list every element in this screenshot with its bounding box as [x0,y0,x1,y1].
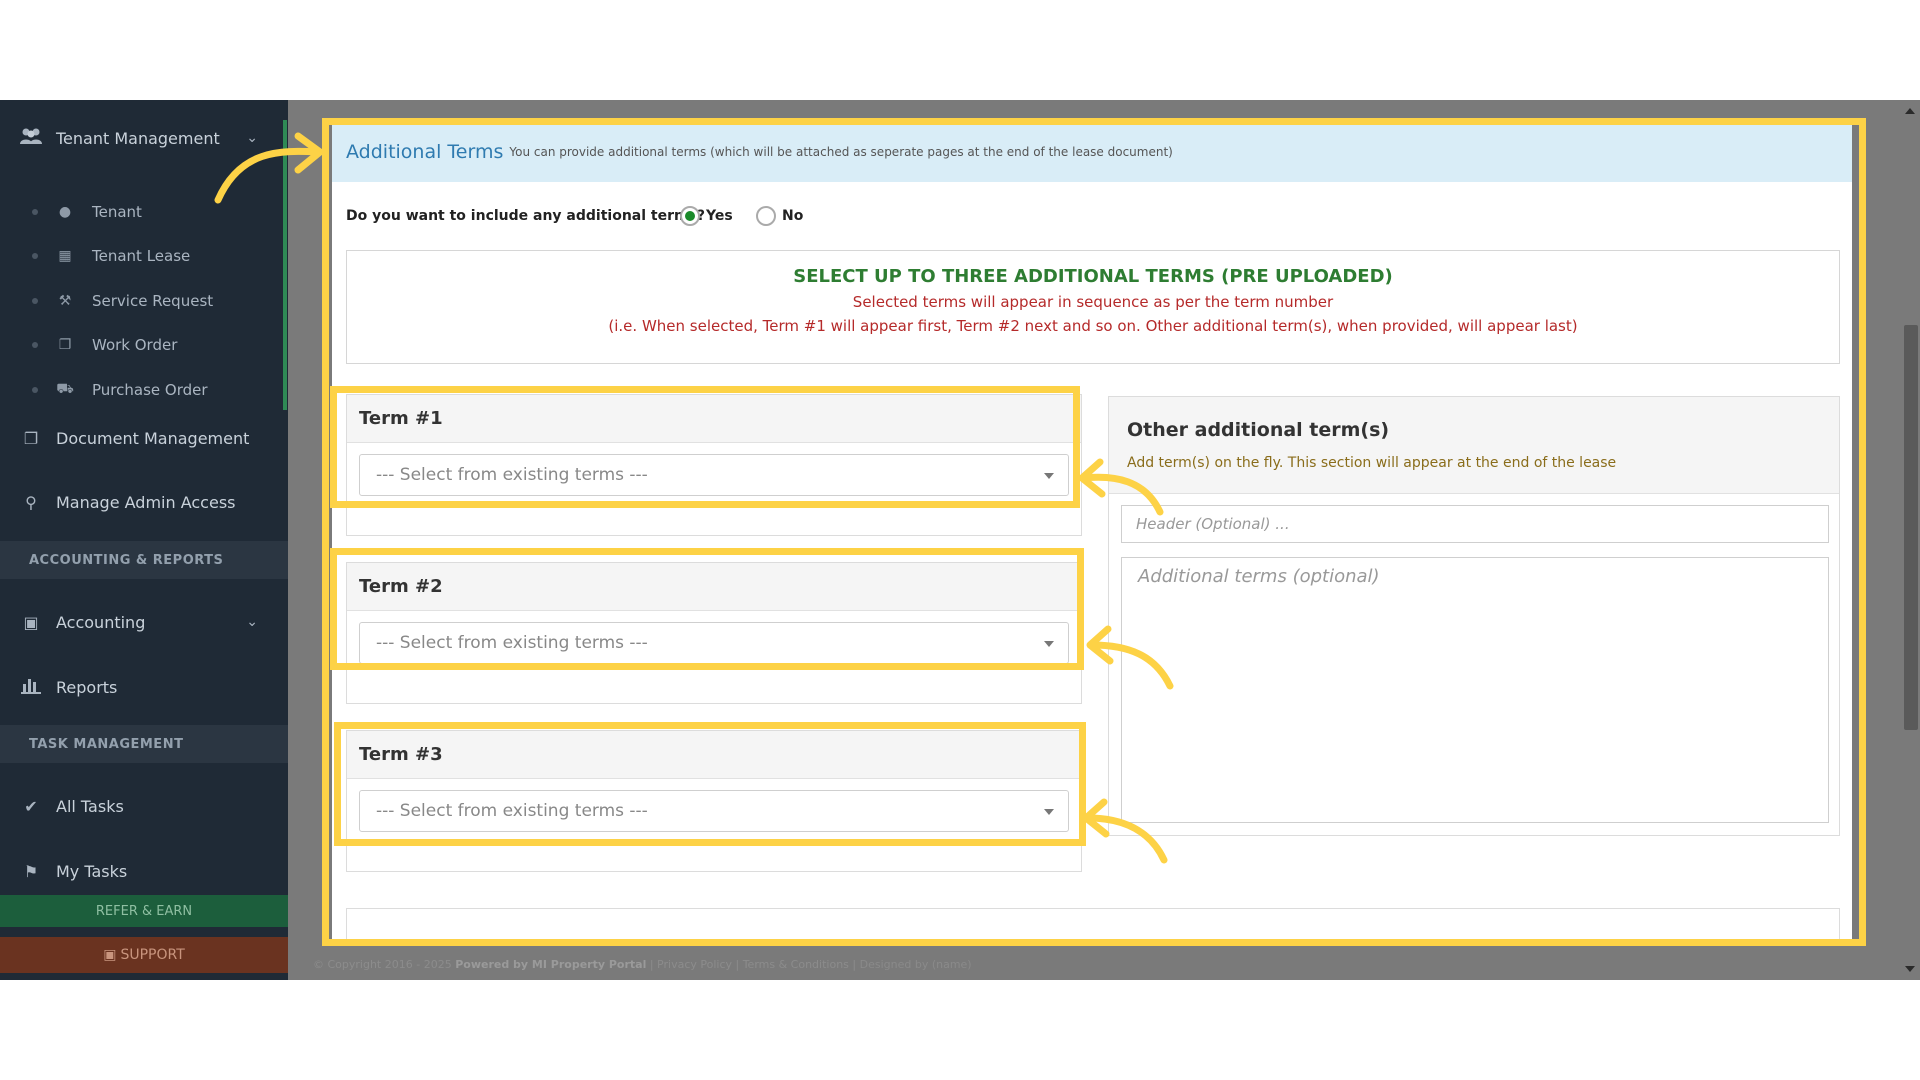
sidebar-section-task-management: TASK MANAGEMENT [0,725,288,763]
footer-copyright: © Copyright 2016 - 2025 [313,958,452,971]
term-1-select-value: --- Select from existing terms --- [376,465,648,485]
preuploaded-terms-info: SELECT UP TO THREE ADDITIONAL TERMS (PRE… [346,250,1840,364]
sidebar-item-label: Manage Admin Access [56,492,236,512]
sidebar-subitem-tenant-lease[interactable]: ▦ Tenant Lease [0,240,288,272]
info-heading: SELECT UP TO THREE ADDITIONAL TERMS (PRE… [793,266,1393,287]
radio-no-circle[interactable] [756,206,776,226]
chevron-down-icon: ⌄ [246,130,258,146]
bullet-dot [32,209,38,215]
refer-earn-button[interactable]: REFER & EARN [0,895,288,927]
sidebar-subitem-label: Work Order [92,336,178,354]
term-3-label: Term #3 [347,731,1081,779]
footer-links[interactable]: | Privacy Policy | Terms & Conditions | [650,958,856,971]
scrollbar-thumb[interactable] [1904,325,1918,730]
app-window: Tenant Management ⌄ ● Tenant ▦ Tenant Le… [0,100,1920,980]
key-icon: ⚲ [25,492,37,512]
next-section-card [346,908,1840,942]
bullet-dot [32,298,38,304]
sidebar: Tenant Management ⌄ ● Tenant ▦ Tenant Le… [0,100,288,980]
sidebar-subitem-label: Service Request [92,292,214,310]
page-scrollbar[interactable] [1900,100,1920,980]
sidebar-subitem-label: Tenant Lease [92,247,191,265]
scroll-up-icon[interactable] [1905,108,1915,114]
info-line-2: (i.e. When selected, Term #1 will appear… [608,317,1578,335]
term-2-select-value: --- Select from existing terms --- [376,633,648,653]
term-1-select[interactable]: --- Select from existing terms --- [359,454,1069,496]
footer-powered-link[interactable]: Powered by MI Property Portal [455,958,646,971]
radio-yes[interactable]: Yes [680,206,733,226]
term-1-label: Term #1 [347,395,1081,443]
term-3-card: Term #3 --- Select from existing terms -… [346,730,1082,872]
sidebar-subitem-work-order[interactable]: ❐ Work Order [0,329,288,361]
sidebar-subitem-tenant[interactable]: ● Tenant [0,196,288,228]
additional-terms-panel: Additional Terms You can provide additio… [332,122,1852,942]
other-terms-subtitle: Add term(s) on the fly. This section wil… [1127,455,1617,471]
other-terms-title: Other additional term(s) [1127,419,1390,441]
radio-no-label: No [782,208,804,224]
sidebar-subitem-label: Purchase Order [92,381,208,399]
bullet-dot [32,253,38,259]
copy-icon: ❐ [58,337,72,353]
sidebar-item-tenant-management[interactable]: Tenant Management ⌄ [0,118,288,158]
term-2-card: Term #2 --- Select from existing terms -… [346,562,1082,704]
sidebar-item-my-tasks[interactable]: ⚑ My Tasks [0,851,288,891]
bullet-dot [32,342,38,348]
sidebar-item-label: My Tasks [56,861,128,881]
support-label: SUPPORT [120,947,185,963]
sidebar-section-accounting-reports: ACCOUNTING & REPORTS [0,541,288,579]
check-icon: ✔ [24,796,38,816]
sidebar-item-label: All Tasks [56,796,124,816]
sidebar-subitem-service-request[interactable]: ⚒ Service Request [0,285,288,317]
sidebar-item-document-management[interactable]: ❐ Document Management [0,418,288,458]
footer: © Copyright 2016 - 2025 Powered by MI Pr… [313,958,972,971]
sidebar-item-all-tasks[interactable]: ✔ All Tasks [0,786,288,826]
term-3-select-value: --- Select from existing terms --- [376,801,648,821]
money-icon: ▣ [23,612,39,632]
caret-down-icon [1044,641,1054,647]
panel-header: Additional Terms You can provide additio… [332,122,1852,182]
sidebar-item-manage-admin-access[interactable]: ⚲ Manage Admin Access [0,482,288,522]
sidebar-item-label: Accounting [56,612,146,632]
sidebar-item-reports[interactable]: Reports [0,667,288,707]
sidebar-subitem-label: Tenant [92,203,142,221]
radio-yes-label: Yes [706,208,733,224]
support-button[interactable]: ▣ SUPPORT [0,937,288,973]
chevron-down-icon: ⌄ [246,614,258,630]
radio-yes-circle[interactable] [680,206,700,226]
bar-chart-icon [16,676,46,698]
sidebar-item-label: Tenant Management [56,128,220,148]
caret-down-icon [1044,473,1054,479]
sidebar-item-label: Document Management [56,428,250,448]
caret-down-icon [1044,809,1054,815]
users-icon [16,127,46,149]
panel-title: Additional Terms [346,141,504,163]
term-1-card: Term #1 --- Select from existing terms -… [346,394,1082,536]
wrench-icon: ⚒ [58,293,72,309]
bullet-dot [32,387,38,393]
footer-extra: Designed by (name) [859,958,972,971]
other-terms-textarea[interactable]: Additional terms (optional) [1121,557,1829,823]
scroll-down-icon[interactable] [1905,966,1915,972]
user-icon: ● [58,204,72,220]
other-terms-card: Other additional term(s) Add term(s) on … [1108,396,1840,836]
sidebar-item-accounting[interactable]: ▣ Accounting ⌄ [0,602,288,642]
sidebar-subitem-purchase-order[interactable]: ⛟ Purchase Order [0,374,288,406]
other-terms-header-input[interactable]: Header (Optional) ... [1121,505,1829,543]
sidebar-item-label: Reports [56,677,118,697]
book-icon: ▣ [103,947,117,963]
calendar-icon: ▦ [58,248,72,264]
panel-subtitle: You can provide additional terms (which … [509,145,1173,159]
term-3-select[interactable]: --- Select from existing terms --- [359,790,1069,832]
term-2-label: Term #2 [347,563,1081,611]
radio-no[interactable]: No [756,206,803,226]
truck-icon: ⛟ [56,381,74,397]
info-line-1: Selected terms will appear in sequence a… [852,293,1334,311]
other-terms-header [1109,397,1839,494]
term-2-select[interactable]: --- Select from existing terms --- [359,622,1069,664]
include-terms-question: Do you want to include any additional te… [346,208,706,224]
documents-icon: ❐ [23,428,39,448]
tag-icon: ⚑ [23,861,39,881]
radio-selected-dot [685,211,695,221]
